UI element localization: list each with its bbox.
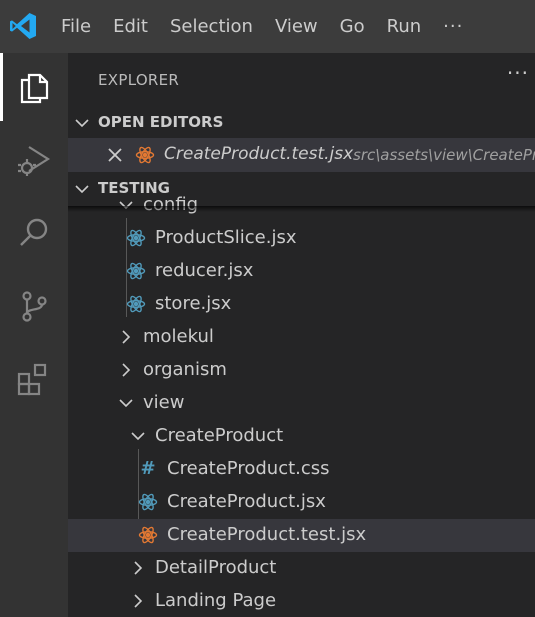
- tree-item-label: organism: [143, 359, 227, 380]
- tree-file-createproduct-css[interactable]: # CreateProduct.css: [68, 453, 535, 486]
- tree-file-reducer[interactable]: reducer.jsx: [68, 255, 535, 288]
- open-editors-section-header[interactable]: OPEN EDITORS: [68, 107, 535, 140]
- react-file-icon: [126, 262, 146, 280]
- chevron-down-icon: [131, 432, 145, 441]
- menu-run[interactable]: Run: [387, 16, 422, 37]
- explorer-title: EXPLORER: [98, 71, 180, 89]
- tree-folder-view[interactable]: view: [68, 387, 535, 420]
- run-debug-activity-button[interactable]: [0, 126, 68, 194]
- tree-folder-detailproduct[interactable]: DetailProduct: [68, 552, 535, 585]
- menu-more-button[interactable]: ···: [443, 16, 463, 37]
- explorer-activity-button[interactable]: [0, 53, 68, 121]
- tree-folder-molekul[interactable]: molekul: [68, 321, 535, 354]
- chevron-down-icon: [75, 119, 89, 128]
- chevron-right-icon: [122, 330, 131, 344]
- source-control-icon: [22, 291, 47, 322]
- menu-file[interactable]: File: [61, 16, 91, 37]
- tree-file-productslice[interactable]: ProductSlice.jsx: [68, 222, 535, 255]
- menu-go[interactable]: Go: [340, 16, 365, 37]
- tree-file-store[interactable]: store.jsx: [68, 288, 535, 321]
- tree-item-label: reducer.jsx: [155, 260, 254, 281]
- explorer-header: EXPLORER ···: [68, 53, 535, 107]
- files-icon: [20, 73, 49, 104]
- tree-item-label: store.jsx: [155, 293, 232, 314]
- react-test-file-icon: [135, 146, 155, 164]
- file-tree: config ProductSlice.jsx reducer.jsx stor…: [68, 193, 535, 611]
- menu-view[interactable]: View: [275, 16, 318, 37]
- tree-item-label: DetailProduct: [155, 557, 277, 578]
- open-editors-label: OPEN EDITORS: [98, 113, 224, 131]
- react-file-icon: [126, 229, 146, 247]
- tree-item-label: CreateProduct.jsx: [167, 491, 326, 512]
- open-editor-path: src\assets\view\CreatePr: [353, 146, 535, 164]
- menu-edit[interactable]: Edit: [113, 16, 148, 37]
- explorer-more-actions-button[interactable]: ···: [507, 61, 529, 85]
- run-debug-icon: [18, 146, 51, 176]
- vscode-logo-icon: [10, 13, 36, 39]
- activity-bar: [0, 53, 68, 617]
- close-icon[interactable]: [106, 146, 124, 164]
- chevron-right-icon: [122, 363, 131, 377]
- chevron-right-icon: [134, 594, 143, 608]
- search-icon: [20, 218, 48, 246]
- open-editor-item[interactable]: CreateProduct.test.jsx src\assets\view\C…: [68, 138, 535, 172]
- extensions-icon: [17, 363, 47, 396]
- tree-item-label: molekul: [143, 326, 214, 347]
- explorer-sidebar: EXPLORER ··· OPEN EDITORS CreateProduct.…: [68, 53, 535, 617]
- tree-item-label: CreateProduct.test.jsx: [167, 524, 367, 545]
- tree-item-label: view: [143, 392, 185, 413]
- tree-folder-landing-page[interactable]: Landing Page: [68, 585, 535, 617]
- chevron-down-icon: [119, 399, 133, 408]
- active-indicator: [0, 53, 3, 121]
- tree-folder-organism[interactable]: organism: [68, 354, 535, 387]
- title-bar: File Edit Selection View Go Run ···: [0, 0, 535, 53]
- css-file-icon: #: [140, 458, 156, 479]
- menu-selection[interactable]: Selection: [170, 16, 253, 37]
- tree-item-label: CreateProduct.css: [167, 458, 330, 479]
- tree-file-createproduct-test-jsx[interactable]: CreateProduct.test.jsx: [68, 519, 535, 552]
- tree-item-label: CreateProduct: [155, 425, 284, 446]
- chevron-right-icon: [134, 561, 143, 575]
- extensions-activity-button[interactable]: [0, 345, 68, 413]
- menu-bar: File Edit Selection View Go Run ···: [61, 0, 463, 53]
- react-test-file-icon: [138, 526, 158, 544]
- search-activity-button[interactable]: [0, 199, 68, 267]
- tree-item-label: ProductSlice.jsx: [155, 227, 297, 248]
- tree-item-label: Landing Page: [155, 590, 277, 611]
- react-file-icon: [138, 493, 158, 511]
- tree-file-createproduct-jsx[interactable]: CreateProduct.jsx: [68, 486, 535, 519]
- scroll-shadow: [68, 206, 535, 212]
- source-control-activity-button[interactable]: [0, 272, 68, 340]
- open-editor-filename: CreateProduct.test.jsx: [164, 144, 354, 164]
- react-file-icon: [126, 295, 146, 313]
